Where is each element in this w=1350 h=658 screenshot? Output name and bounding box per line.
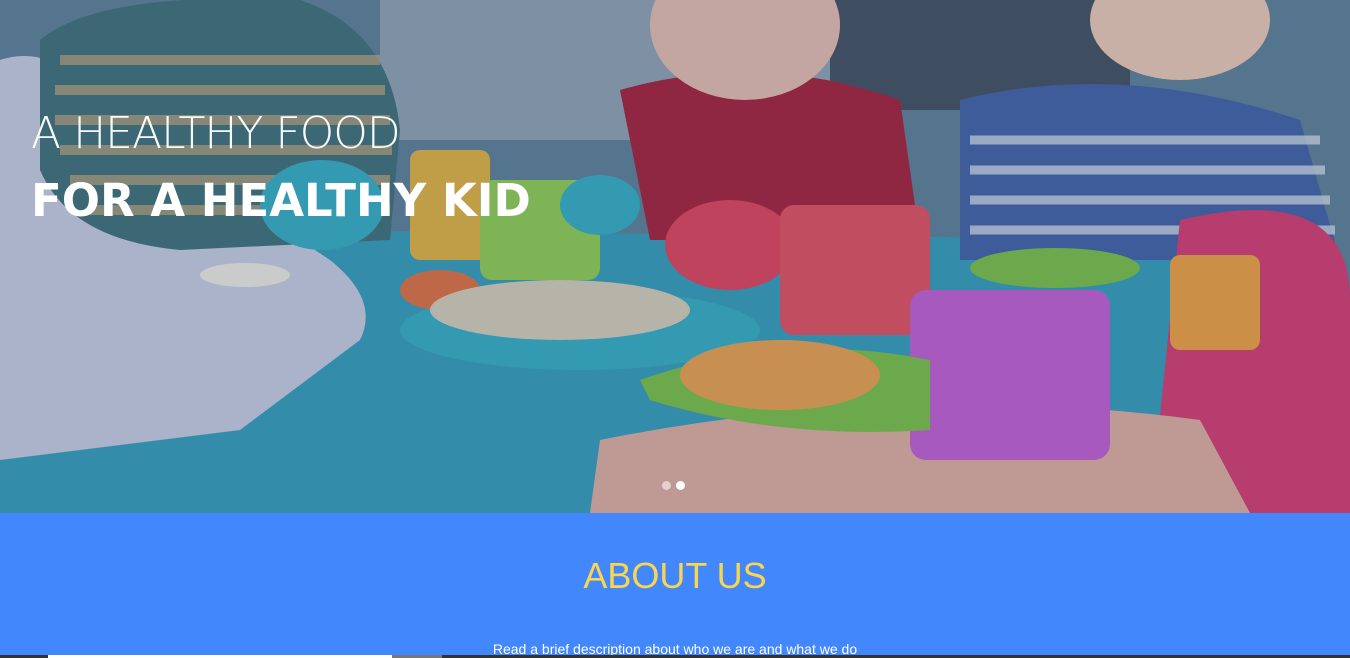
hero-slider: A HEALTHY FOOD FOR A HEALTHY KID xyxy=(0,0,1350,513)
about-section: ABOUT US Read a brief description about … xyxy=(0,513,1350,658)
slider-dot-2[interactable] xyxy=(676,481,685,490)
slider-dot-1[interactable] xyxy=(662,481,671,490)
hero-title-line1: A HEALTHY FOOD xyxy=(31,108,401,160)
about-title: ABOUT US xyxy=(583,555,767,596)
hero-title-line2: FOR A HEALTHY KID xyxy=(31,174,531,228)
hero-overlay xyxy=(0,0,1350,513)
slider-pagination xyxy=(662,481,685,490)
